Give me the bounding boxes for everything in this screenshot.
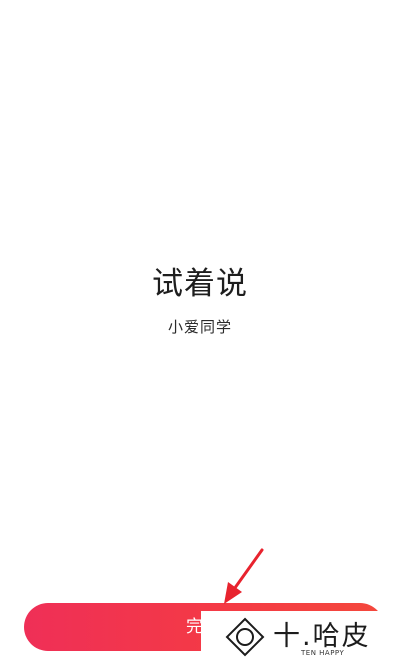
red-arrow-icon	[224, 548, 264, 604]
page-title: 试着说	[152, 266, 248, 302]
voice-hint-screen: 试着说 小爱同学 完成 十.哈皮 TEN HAPPY	[0, 0, 400, 662]
wake-word-text: 小爱同学	[167, 318, 232, 336]
watermark-title: 十.哈皮	[273, 621, 371, 652]
diamond-circle-logo-icon	[225, 617, 265, 657]
watermark: 十.哈皮 TEN HAPPY	[201, 611, 400, 662]
watermark-subtitle: TEN HAPPY	[301, 649, 345, 657]
